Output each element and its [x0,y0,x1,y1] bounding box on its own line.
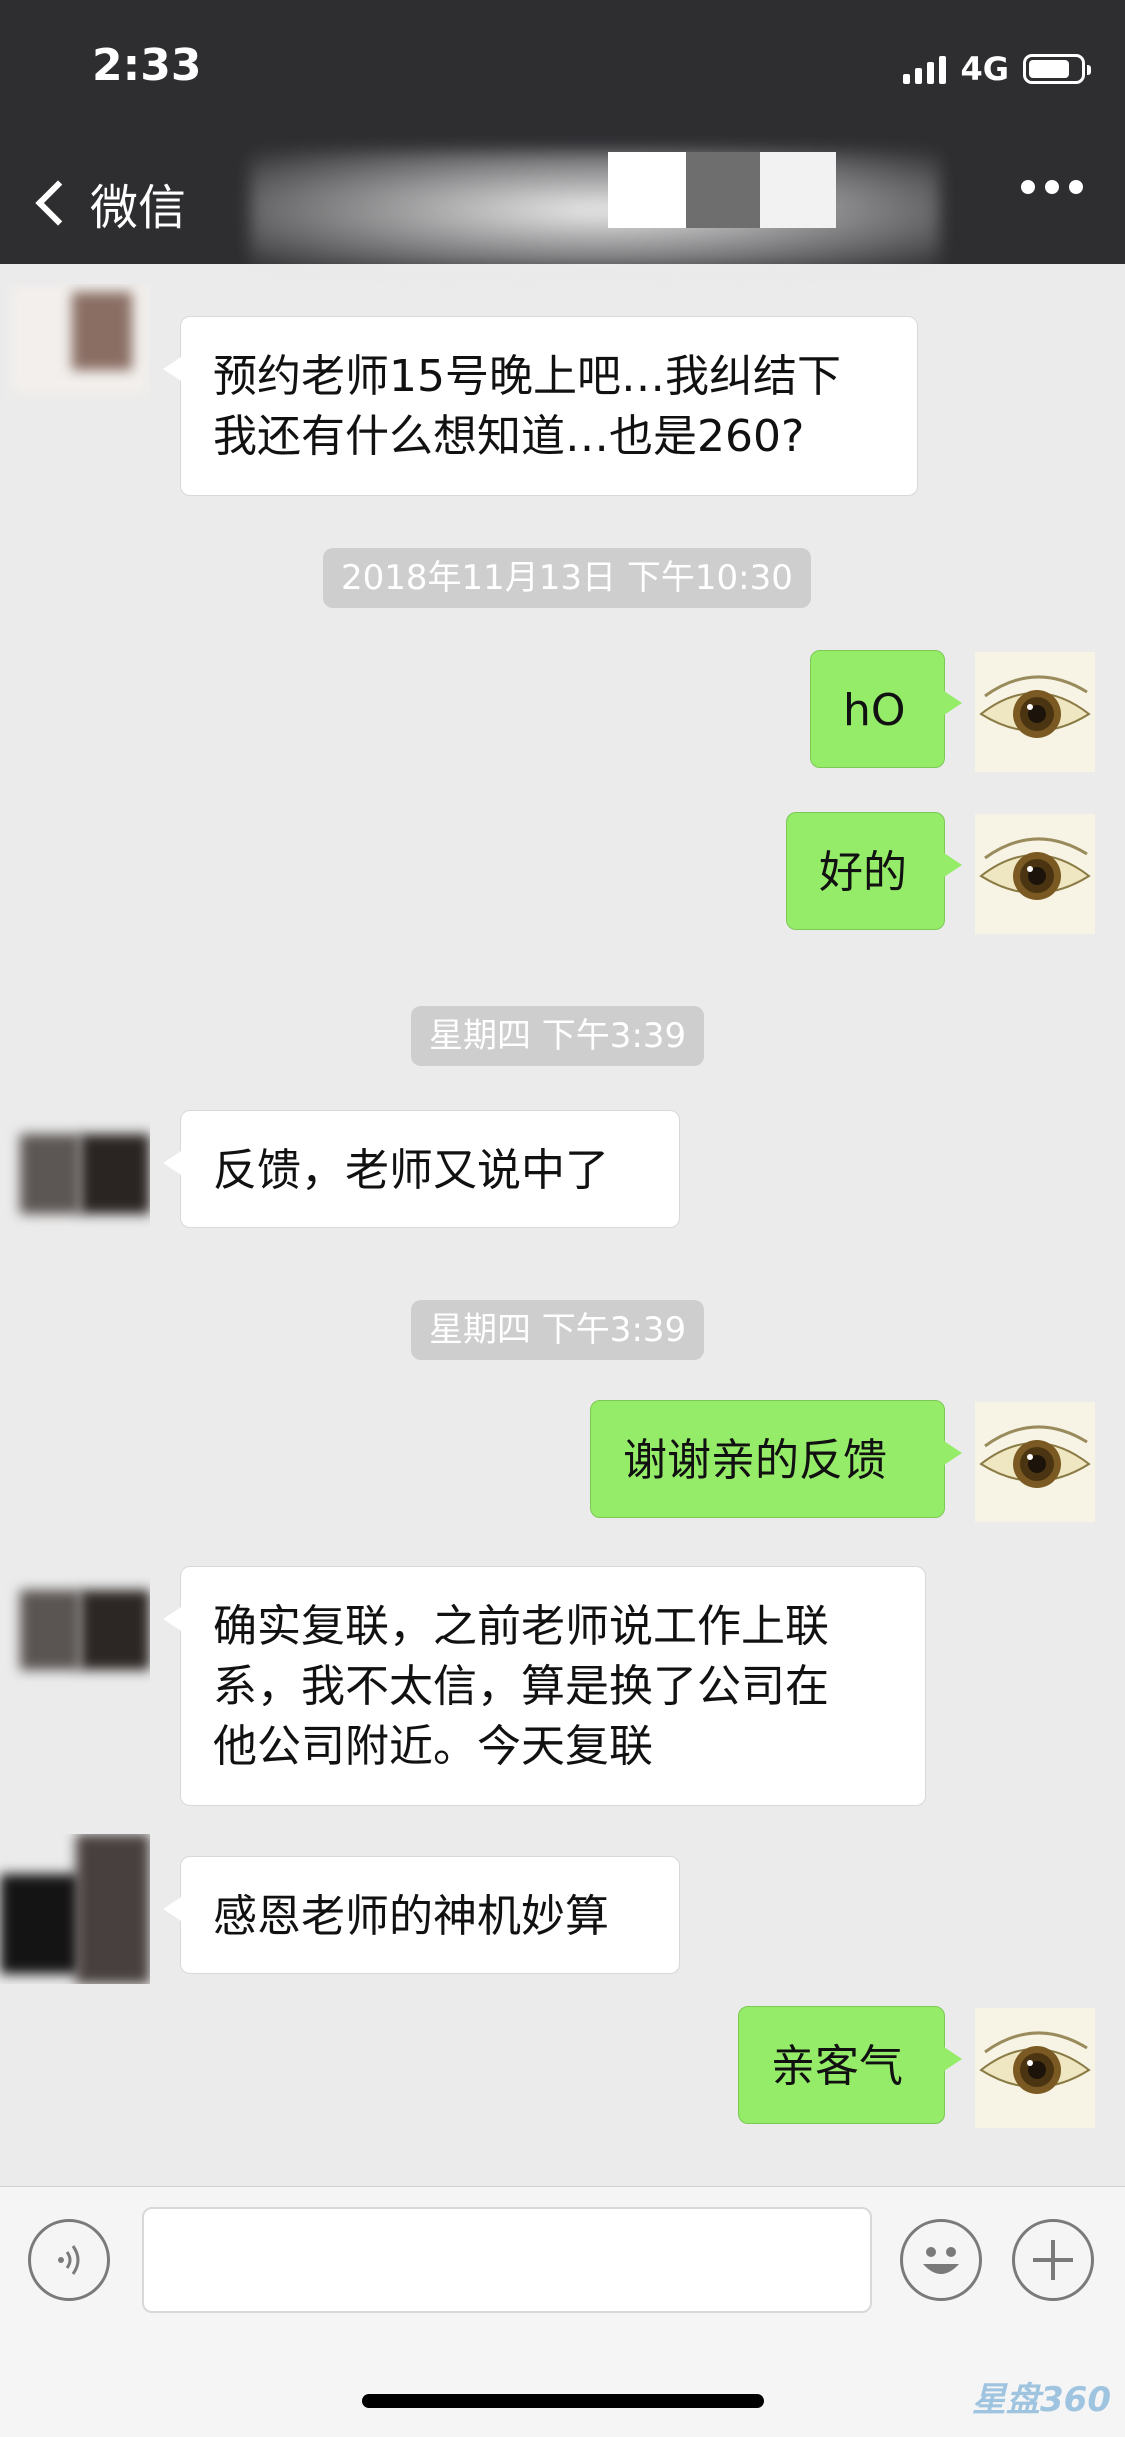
message-row-sent: 谢谢亲的反馈 [0,1400,1125,1530]
message-bubble[interactable]: 好的 [786,812,962,930]
back-button[interactable]: 微信 [28,168,186,238]
watermark-logo: 星盘360 [972,2380,1111,2420]
message-row-sent: 好的 [0,812,1125,942]
avatar[interactable] [975,1402,1095,1522]
message-row-received: 预约老师15号晚上吧…我纠结下 我还有什么想知道…也是260? [0,284,1125,496]
network-type: 4G [960,50,1009,88]
chat-title-redacted-block [760,152,836,228]
plus-icon [1033,2240,1073,2280]
timestamp: 星期四 下午3:39 [411,1300,705,1360]
status-time: 2:33 [92,40,202,91]
chat-title-redacted-block [686,152,760,228]
message-row-sent: 亲客气 [0,2006,1125,2136]
voice-icon [58,2245,80,2275]
message-row-sent: hO [0,650,1125,780]
message-row-received: 反馈，老师又说中了 [0,1104,1125,1234]
timestamp: 星期四 下午3:39 [411,1006,705,1066]
message-bubble[interactable]: 预约老师15号晚上吧…我纠结下 我还有什么想知道…也是260? [163,316,918,496]
message-row-received: 感恩老师的神机妙算 [0,1834,1125,1984]
smiley-icon [923,2247,959,2274]
avatar[interactable] [975,814,1095,934]
signal-icon [903,54,947,84]
avatar[interactable] [0,1104,150,1234]
home-indicator[interactable] [362,2394,764,2408]
avatar[interactable] [975,2008,1095,2128]
chevron-left-icon [35,180,81,226]
message-bubble[interactable]: 反馈，老师又说中了 [163,1110,680,1228]
battery-icon [1023,54,1091,84]
more-options-icon[interactable] [1021,180,1083,194]
avatar[interactable] [975,652,1095,772]
message-bubble[interactable]: 谢谢亲的反馈 [590,1400,962,1518]
back-label: 微信 [90,180,187,236]
more-functions-button[interactable] [1012,2219,1094,2301]
status-indicators: 4G [903,50,1091,88]
avatar[interactable] [0,1560,150,1690]
message-bubble[interactable]: 感恩老师的神机妙算 [163,1856,680,1974]
voice-input-button[interactable] [28,2219,110,2301]
chat-title-redacted-block [608,152,686,228]
top-bar: 2:33 4G 微信 [0,0,1125,270]
message-bubble[interactable]: 亲客气 [738,2006,962,2124]
avatar[interactable] [0,1834,150,1984]
message-input[interactable] [142,2207,872,2313]
emoji-button[interactable] [900,2219,982,2301]
chat-title-redacted [250,150,940,270]
message-row-received: 确实复联，之前老师说工作上联 系，我不太信，算是换了公司在 他公司附近。今天复联 [0,1560,1125,1810]
timestamp: 2018年11月13日 下午10:30 [323,548,811,608]
message-bubble[interactable]: hO [810,650,962,768]
avatar[interactable] [0,284,150,414]
message-bubble[interactable]: 确实复联，之前老师说工作上联 系，我不太信，算是换了公司在 他公司附近。今天复联 [163,1566,926,1806]
